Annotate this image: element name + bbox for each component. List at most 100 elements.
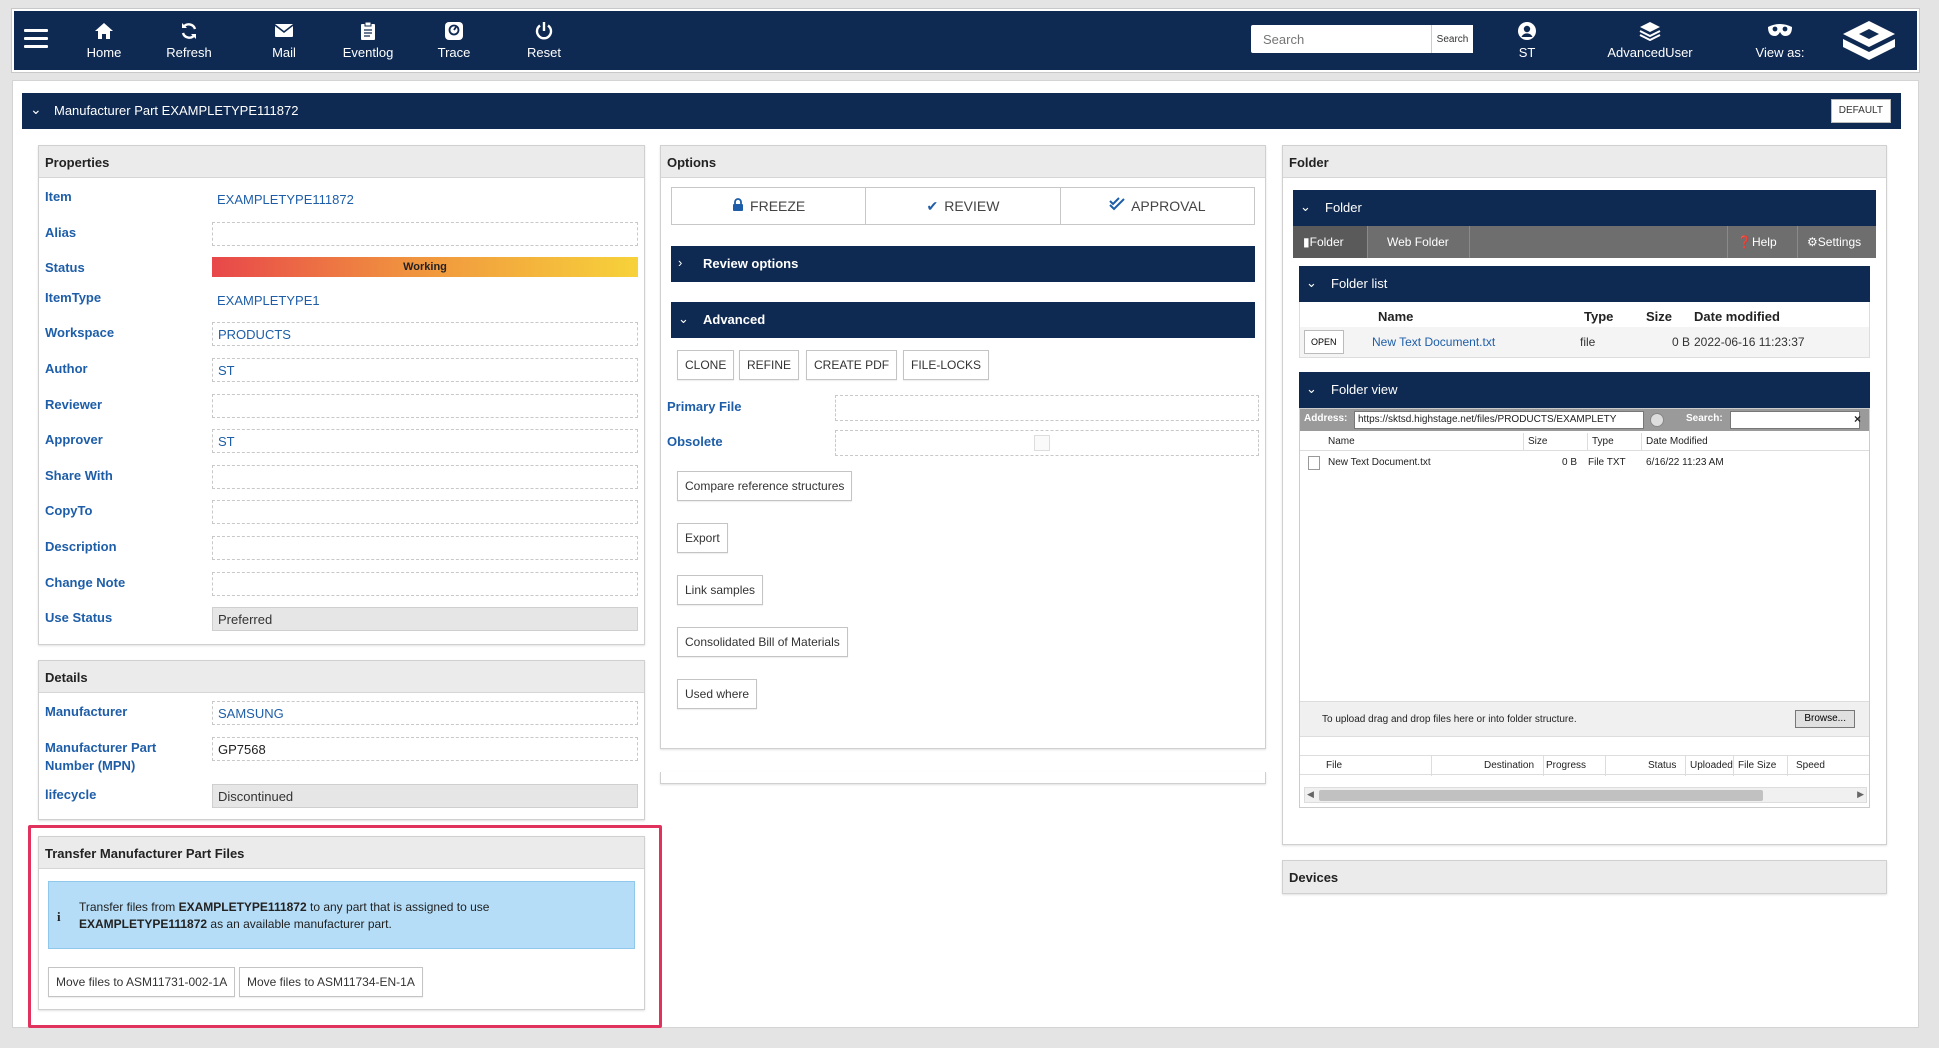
clone-button[interactable]: CLONE (677, 350, 735, 380)
approver-field[interactable]: ST (212, 429, 638, 453)
status-bar: Working (212, 257, 638, 277)
folder-icon: ▮ (1303, 235, 1310, 249)
folder-search-input[interactable] (1730, 411, 1860, 429)
folder-toolbar: ▮Folder Web Folder ❓Help ⚙Settings (1293, 226, 1876, 258)
address-input[interactable]: https://sktsd.highstage.net/files/PRODUC… (1354, 411, 1644, 429)
file-icon (1308, 456, 1320, 470)
scroll-left-icon[interactable]: ◀ (1307, 789, 1314, 800)
property-row-alias: Alias (39, 218, 644, 248)
used-where-button[interactable]: Used where (677, 679, 758, 709)
details-header: Details (39, 661, 644, 693)
nav-mail[interactable]: Mail (244, 21, 324, 60)
check-icon: ✔ (926, 198, 939, 214)
nav-role[interactable]: AdvancedUser (1595, 21, 1705, 60)
property-row-workspace: Workspace PRODUCTS (39, 318, 644, 348)
alias-field[interactable] (212, 222, 638, 246)
table-row[interactable]: New Text Document.txt 0 B File TXT 6/16/… (1300, 453, 1869, 473)
browse-button[interactable]: Browse... (1795, 710, 1855, 728)
layers-icon (1595, 21, 1705, 45)
folder-tab[interactable]: ▮Folder (1293, 226, 1367, 258)
nav-home[interactable]: Home (64, 21, 144, 60)
search-input[interactable] (1251, 25, 1431, 53)
folder-view-area: Address: https://sktsd.highstage.net/fil… (1299, 408, 1870, 808)
link-samples-button[interactable]: Link samples (677, 575, 764, 605)
close-icon[interactable]: × (1854, 412, 1861, 426)
settings-button[interactable]: ⚙Settings (1797, 226, 1871, 258)
details-panel: Details Manufacturer SAMSUNG Manufacture… (38, 660, 645, 820)
primary-file-label: Primary File (667, 399, 742, 414)
obsolete-label: Obsolete (667, 434, 723, 449)
folder-list-table: Name Type Size Date modified OPEN New Te… (1299, 302, 1870, 358)
mpn-field[interactable]: GP7568 (212, 737, 638, 761)
horizontal-scrollbar[interactable]: ◀ ▶ (1304, 787, 1867, 803)
author-field[interactable]: ST (212, 358, 638, 382)
file-link[interactable]: New Text Document.txt (1372, 335, 1495, 349)
help-button[interactable]: ❓Help (1727, 226, 1787, 258)
global-search: Search (1251, 25, 1473, 53)
folder-header: Folder (1283, 146, 1886, 178)
upload-drop-zone[interactable]: To upload drag and drop files here or in… (1300, 701, 1869, 737)
refresh-icon (149, 21, 229, 45)
search-button[interactable]: Search (1431, 25, 1473, 53)
trace-icon (414, 21, 494, 45)
copyto-field[interactable] (212, 500, 638, 524)
review-options-bar[interactable]: › Review options (671, 246, 1255, 282)
scroll-right-icon[interactable]: ▶ (1857, 789, 1864, 800)
user-settings-icon: ⚙ (1807, 235, 1818, 249)
refine-button[interactable]: REFINE (739, 350, 800, 380)
change-note-field[interactable] (212, 572, 638, 596)
obsolete-checkbox[interactable] (1034, 435, 1050, 451)
nav-trace[interactable]: Trace (414, 21, 494, 60)
workspace-field[interactable]: PRODUCTS (212, 322, 638, 346)
consolidated-bom-button[interactable]: Consolidated Bill of Materials (677, 627, 848, 657)
item-value[interactable]: EXAMPLETYPE111872 (212, 186, 638, 210)
file-locks-button[interactable]: FILE-LOCKS (903, 350, 990, 380)
mail-icon (244, 21, 324, 45)
detail-row-manufacturer: Manufacturer SAMSUNG (39, 697, 644, 727)
folder-panel: Folder ⌄ Folder ▮Folder Web Folder ❓Help… (1282, 145, 1887, 845)
table-row: OPEN New Text Document.txt file 0 B 2022… (1300, 327, 1869, 357)
property-row-copyto: CopyTo (39, 496, 644, 526)
devices-panel: Devices (1282, 860, 1887, 894)
property-row-change-note: Change Note (39, 568, 644, 598)
double-check-icon (1109, 197, 1125, 214)
description-field[interactable] (212, 536, 638, 560)
lock-icon (732, 198, 744, 214)
go-icon[interactable] (1650, 413, 1664, 427)
share-with-field[interactable] (212, 465, 638, 489)
create-pdf-button[interactable]: CREATE PDF (806, 350, 898, 380)
freeze-button[interactable]: FREEZE (672, 188, 867, 224)
folder-view-bar[interactable]: ⌄ Folder view (1299, 372, 1870, 408)
nav-eventlog[interactable]: Eventlog (328, 21, 408, 60)
chevron-down-icon: ⌄ (1306, 275, 1317, 290)
primary-file-field[interactable] (835, 395, 1259, 421)
page-title: Manufacturer Part EXAMPLETYPE111872 (54, 103, 299, 118)
chevron-down-icon: ⌄ (1300, 199, 1311, 214)
approval-button[interactable]: APPROVAL (1061, 188, 1254, 224)
reviewer-field[interactable] (212, 394, 638, 418)
advanced-bar[interactable]: ⌄ Advanced (671, 302, 1255, 338)
upload-grid-header: File Destination Progress Status Uploade… (1300, 755, 1869, 776)
hamburger-menu-icon[interactable] (24, 29, 48, 49)
nav-view-as[interactable]: View as: (1735, 21, 1825, 60)
collapse-chevron-icon[interactable]: ⌄ (30, 101, 42, 118)
nav-user[interactable]: ST (1487, 21, 1567, 60)
review-button[interactable]: ✔ REVIEW (866, 188, 1061, 224)
manufacturer-field[interactable]: SAMSUNG (212, 701, 638, 725)
devices-header: Devices (1283, 861, 1886, 893)
chevron-right-icon: › (678, 255, 683, 270)
open-file-button[interactable]: OPEN (1304, 330, 1344, 354)
default-button[interactable]: DEFAULT (1830, 99, 1891, 123)
compare-reference-button[interactable]: Compare reference structures (677, 471, 853, 501)
address-bar: Address: https://sktsd.highstage.net/fil… (1300, 409, 1869, 431)
nav-reset[interactable]: Reset (504, 21, 584, 60)
highlight-frame (28, 825, 662, 1028)
export-button[interactable]: Export (677, 523, 728, 553)
properties-panel: Properties Item EXAMPLETYPE111872 Alias … (38, 145, 645, 645)
folder-list-bar[interactable]: ⌄ Folder list (1299, 266, 1870, 302)
scrollbar-thumb[interactable] (1319, 790, 1763, 801)
properties-header: Properties (39, 146, 644, 178)
folder-inner-bar[interactable]: ⌄ Folder (1293, 190, 1876, 226)
web-folder-tab[interactable]: Web Folder (1377, 226, 1459, 258)
nav-refresh[interactable]: Refresh (149, 21, 229, 60)
